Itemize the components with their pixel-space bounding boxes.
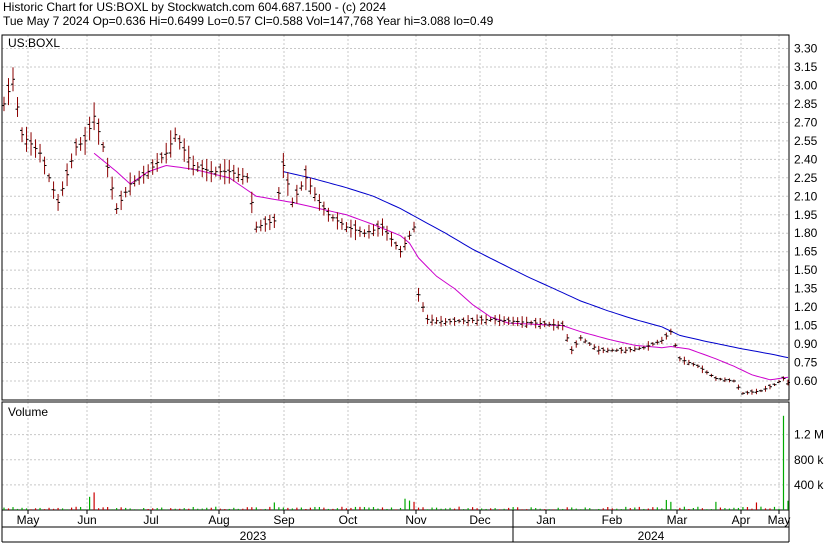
price-tick-label: 2.55 — [794, 134, 818, 148]
price-tick-label: 1.65 — [794, 245, 818, 259]
volume-panel-frame — [1, 401, 790, 511]
price-tick-label: 1.95 — [794, 208, 818, 222]
volume-tick-label: 1.2 M — [794, 428, 824, 442]
ma-long-series — [283, 171, 789, 359]
price-tick-label: 0.60 — [794, 374, 818, 388]
price-tick-label: 2.25 — [794, 171, 818, 185]
price-tick-label: 2.70 — [794, 115, 818, 129]
ma-short-series — [93, 152, 789, 381]
price-series — [2, 67, 790, 395]
month-label: Mar — [667, 513, 688, 527]
price-tick-label: 2.10 — [794, 189, 818, 203]
volume-series — [3, 415, 789, 510]
month-label: Feb — [602, 513, 623, 527]
price-tick-label: 1.20 — [794, 300, 818, 314]
price-tick-label: 2.85 — [794, 97, 818, 111]
price-panel-title: US:BOXL — [8, 36, 60, 50]
price-grid — [2, 35, 789, 400]
month-label: May — [768, 513, 791, 527]
month-label: Sep — [273, 513, 295, 527]
month-label: Jan — [536, 513, 555, 527]
volume-grid — [2, 402, 789, 510]
month-label: Jul — [143, 513, 158, 527]
volume-tick-label: 400 k — [794, 478, 824, 492]
time-axis: May Jun Jul Aug Sep Oct Nov Dec Jan Feb Mar Apr May 2… — [1, 510, 791, 543]
price-tick-label: 3.15 — [794, 60, 818, 74]
month-label: Apr — [732, 513, 751, 527]
month-label: Oct — [339, 513, 358, 527]
price-panel-frame — [1, 34, 790, 401]
price-tick-label: 0.75 — [794, 356, 818, 370]
stock-chart: US:BOXL Volume 3.30 3.15 3.00 2.85 2.70 2.55 2… — [1, 34, 824, 543]
month-label: Nov — [405, 513, 426, 527]
ma-long-line — [283, 171, 789, 359]
price-axis: 3.30 3.15 3.00 2.85 2.70 2.55 2.40 2.25 2.10 1.95… — [794, 42, 818, 389]
year-label: 2024 — [638, 529, 665, 543]
month-label: Dec — [469, 513, 490, 527]
month-label: May — [17, 513, 40, 527]
price-tick-label: 0.90 — [794, 337, 818, 351]
price-tick-label: 3.30 — [794, 42, 818, 56]
price-tick-label: 1.05 — [794, 319, 818, 333]
price-tick-label: 1.35 — [794, 282, 818, 296]
month-label: Aug — [208, 513, 229, 527]
volume-tick-label: 800 k — [794, 453, 824, 467]
volume-axis: 1.2 M 800 k 400 k — [794, 428, 824, 492]
price-tick-label: 1.50 — [794, 263, 818, 277]
price-tick-label: 3.00 — [794, 78, 818, 92]
price-tick-label: 2.40 — [794, 152, 818, 166]
month-label: Jun — [77, 513, 96, 527]
ma-short-line — [93, 152, 789, 381]
volume-panel-title: Volume — [8, 405, 48, 419]
year-label: 2023 — [240, 529, 267, 543]
price-tick-label: 1.80 — [794, 226, 818, 240]
